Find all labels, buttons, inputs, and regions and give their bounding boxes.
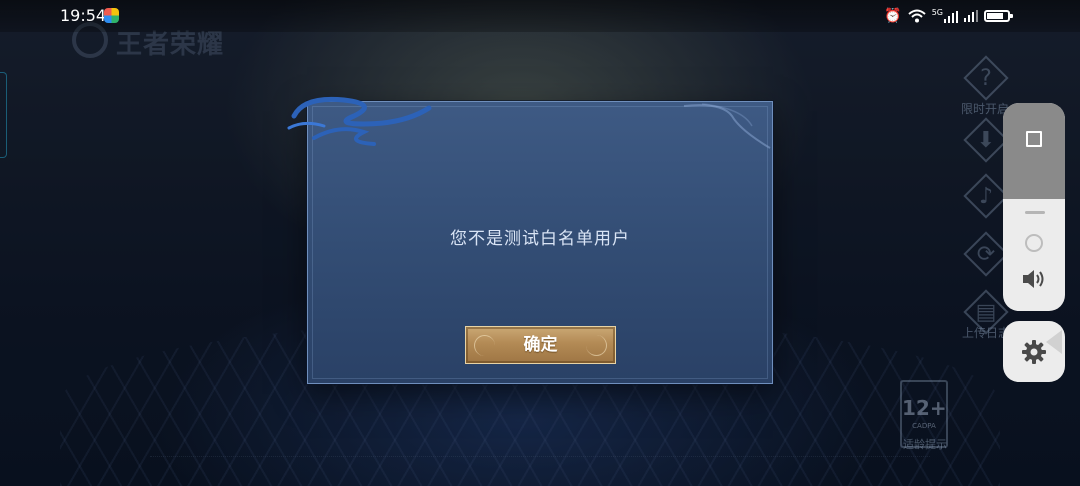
back-icon[interactable] [1046, 330, 1062, 354]
network-label: 5G [931, 8, 943, 17]
signal-5g-icon: 5G [932, 9, 958, 23]
gear-icon [1022, 339, 1046, 364]
battery-icon [984, 10, 1013, 22]
status-time: 19:54 [60, 6, 107, 25]
status-icons: ⏰ 5G [884, 6, 1013, 26]
signal-icon [964, 10, 978, 22]
confirm-button[interactable]: 确定 [465, 326, 616, 364]
home-button[interactable] [1003, 223, 1065, 263]
alarm-icon: ⏰ [884, 8, 902, 24]
dialog-message: 您不是测试白名单用户 [450, 229, 630, 249]
volume-icon [1023, 270, 1044, 288]
circle-icon [1025, 234, 1043, 252]
volume-button[interactable] [1003, 259, 1065, 299]
square-icon [1026, 131, 1042, 147]
cloud-swirl-decoration [287, 96, 432, 146]
corner-swirl-decoration [683, 103, 771, 149]
wifi-icon [908, 9, 926, 23]
status-bar: 19:54 ⏰ 5G [0, 0, 1080, 32]
recent-apps-button[interactable] [1003, 119, 1065, 159]
game-screen: 王者荣耀 ? 限时开启 ⬇ ♪ ⟳ ▤ 上传日志 12+ CADPA 适龄提示 … [0, 0, 1080, 486]
panel-drag-handle[interactable] [1025, 211, 1045, 214]
colorful-app-icon [104, 8, 119, 23]
whitelist-error-dialog: 您不是测试白名单用户 确定 [287, 96, 773, 384]
floating-nav-panel [1003, 103, 1065, 311]
